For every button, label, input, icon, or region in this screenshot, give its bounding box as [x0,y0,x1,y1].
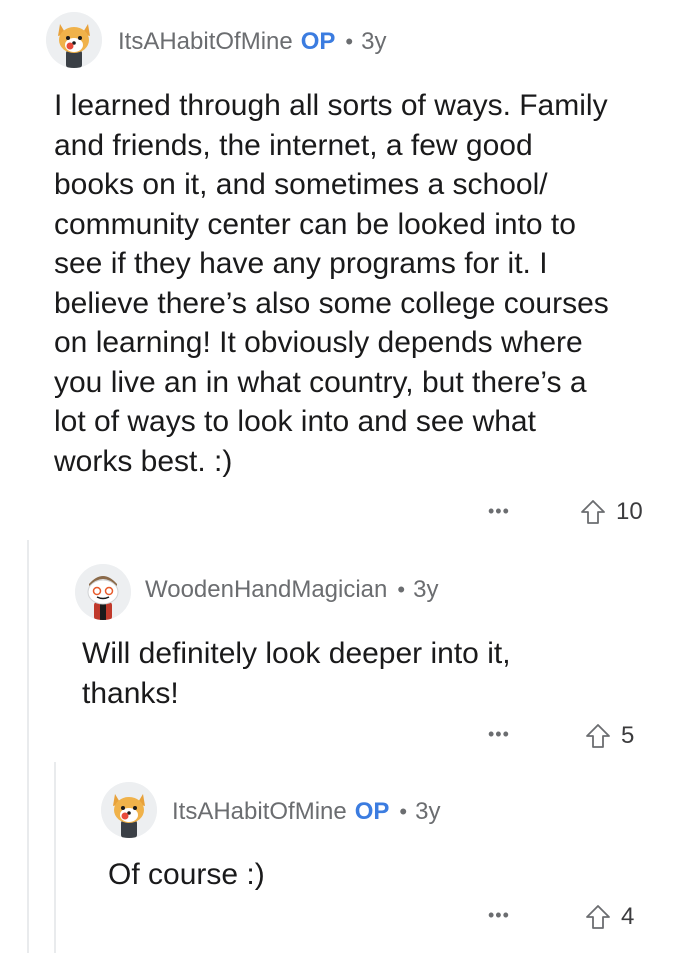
comment-line: lot of ways to look into and see what [54,405,536,438]
comment-line: you live an in what country, but there’s… [54,365,587,399]
meta-separator: • [345,29,354,54]
comment-line: thanks! [82,676,179,710]
comment-line: believe there’s also some college course… [54,286,609,320]
comment-age: 3y [415,798,441,825]
upvote-arrow-icon [586,724,610,748]
comment-age: 3y [361,28,387,55]
comment-line: community center can be looked into to [54,207,576,241]
user-avatar[interactable] [101,782,157,838]
comment-line: I learned through all sorts of ways. Fam… [54,89,608,122]
upvote-arrow-icon [586,905,610,929]
username[interactable]: ItsAHabitOfMine [118,28,293,56]
more-options-button[interactable]: ••• [488,724,510,745]
user-avatar[interactable] [75,564,131,620]
comment-3: ItsAHabitOfMine OP • 3y Of course :) •••… [0,762,700,953]
more-options-button[interactable]: ••• [488,501,510,522]
comment-body: Of course :) [108,855,688,895]
comment-header: ItsAHabitOfMine OP • 3y [172,798,440,826]
comment-2: WoodenHandMagician • 3y Will definitely … [0,540,700,762]
comment-line: on learning! It obviously depends where [54,326,583,359]
username[interactable]: WoodenHandMagician [145,576,387,604]
upvote-count: 4 [621,903,635,930]
upvote-button[interactable]: 10 [580,498,643,526]
comment-header: ItsAHabitOfMine OP • 3y [118,28,386,56]
comment-body: Will definitely look deeper into it, tha… [82,634,682,713]
upvote-button[interactable]: 4 [585,903,634,931]
comment-line: Will definitely look deeper into it, [82,637,511,670]
upvote-count: 5 [621,722,635,749]
username[interactable]: ItsAHabitOfMine [172,798,347,826]
comment-line: and friends, the internet, a few good [54,128,533,162]
upvote-button[interactable]: 5 [585,722,634,750]
comment-line: Of course :) [108,858,265,891]
comment-age: 3y [413,576,439,603]
more-options-button[interactable]: ••• [488,905,510,926]
comment-body: I learned through all sorts of ways. Fam… [54,86,694,481]
upvote-count: 10 [616,498,643,525]
meta-separator: • [399,799,408,824]
meta-separator: • [397,577,406,602]
op-badge: OP [300,28,336,55]
user-avatar[interactable] [46,12,102,68]
comment-line: books on it, and sometimes a school/ [54,168,548,201]
comment-1: ItsAHabitOfMine OP • 3y I learned throug… [0,0,700,540]
shiba-dog-avatar-icon [46,12,102,68]
op-badge: OP [354,798,390,825]
snoo-avatar-icon [75,564,131,620]
comment-line: works best. :) [54,444,233,478]
comment-line: see if they have any programs for it. I [54,247,548,280]
upvote-arrow-icon [581,500,605,524]
shiba-dog-avatar-icon [101,782,157,838]
comment-header: WoodenHandMagician • 3y [145,576,438,604]
